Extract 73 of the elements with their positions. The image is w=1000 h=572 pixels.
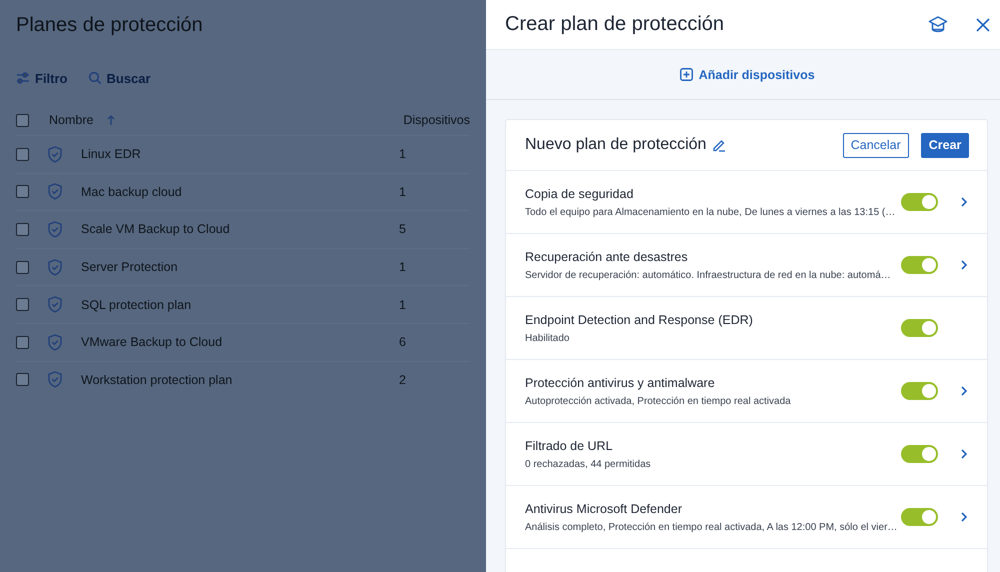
- toggle-switch[interactable]: [901, 256, 938, 274]
- module-row[interactable]: Protección antivirus y antimalware Autoprotección activada, Protección en tiempo real activada: [506, 360, 988, 423]
- create-button[interactable]: Crear: [920, 132, 970, 158]
- module-description: Todo el equipo para Almacenamiento en la nube, De lunes a viernes a las 13:15 (…: [525, 206, 896, 218]
- page-title: Planes de protección: [16, 14, 204, 38]
- table-cell: 2: [399, 372, 406, 387]
- plus-square-icon: [680, 68, 693, 81]
- shield-icon: [48, 146, 62, 163]
- table-cell: 1: [399, 147, 406, 162]
- table-cell-text: VMware Backup to Cloud: [81, 335, 224, 350]
- module-description: Servidor de recuperación: automático. Infraestructura de red en la nube: automá…: [525, 270, 892, 280]
- shield-icon: [48, 371, 62, 388]
- checkbox[interactable]: [16, 114, 29, 126]
- shield-icon: [48, 258, 62, 276]
- module-row[interactable]: Endpoint Detection and Response (EDR) Habilitado: [506, 297, 988, 360]
- module-title: Protección antivirus y antimalware: [525, 376, 716, 390]
- column-header[interactable]: Dispositivos: [403, 113, 470, 127]
- checkbox[interactable]: [16, 373, 29, 386]
- toggle-switch[interactable]: [901, 319, 938, 337]
- module-title: Endpoint Detection and Response (EDR): [525, 312, 754, 326]
- column-header[interactable]: Nombre: [49, 113, 94, 127]
- checkbox[interactable]: [16, 222, 29, 236]
- module-row[interactable]: Antivirus Microsoft Defender Análisis completo, Protección en tiempo real activada, A las 12:00 PM, sólo el vier…: [506, 486, 988, 549]
- table-cell-text: Server Protection: [81, 260, 179, 274]
- pencil-icon[interactable]: [712, 138, 726, 152]
- module-description: Análisis completo, Protección en tiempo real activada, A las 12:00 PM, sólo el vier…: [525, 522, 898, 532]
- toggle-switch[interactable]: [901, 508, 938, 526]
- table-cell-text: Workstation protection plan: [81, 372, 234, 387]
- filter-icon: [16, 71, 30, 85]
- sort-arrow-icon: [107, 115, 116, 125]
- cancel-button[interactable]: Cancelar: [842, 132, 909, 158]
- shield-icon: [48, 296, 62, 314]
- module-row[interactable]: Filtrado de URL 0 rechazadas, 44 permitidas: [506, 423, 988, 486]
- toggle-switch[interactable]: [901, 193, 938, 211]
- chevron-right-icon[interactable]: [961, 260, 968, 270]
- module-title: Antivirus Microsoft Defender: [525, 502, 684, 516]
- table-cell-text: Linux EDR: [81, 147, 142, 162]
- table-cell-text: Scale VM Backup to Cloud: [81, 222, 231, 236]
- module-description: 0 rechazadas, 44 permitidas: [525, 458, 652, 470]
- table-cell-text: SQL protection plan: [81, 298, 192, 312]
- toggle-switch[interactable]: [901, 445, 938, 463]
- module-row[interactable]: Copia de seguridad Todo el equipo para Almacenamiento en la nube, De lunes a viernes a las 13:15 (…: [506, 171, 988, 234]
- chevron-right-icon[interactable]: [961, 386, 968, 396]
- panel-title: Crear plan de protección: [505, 13, 726, 36]
- close-icon[interactable]: [976, 18, 990, 32]
- shield-icon: [48, 334, 62, 351]
- plan-name: Nuevo plan de protección: [525, 136, 706, 154]
- chevron-right-icon[interactable]: [961, 197, 968, 207]
- chevron-right-icon[interactable]: [961, 512, 968, 522]
- checkbox[interactable]: [16, 260, 29, 274]
- table-cell: 1: [399, 298, 406, 312]
- module-title: Copia de seguridad: [525, 186, 634, 200]
- module-row[interactable]: Recuperación ante desastres Servidor de recuperación: automático. Infraestructura de red en la nube: automá…: [506, 234, 988, 297]
- module-description: Autoprotección activada, Protección en tiempo real activada: [525, 396, 792, 406]
- module-title: Filtrado de URL: [525, 438, 614, 452]
- shield-icon: [48, 220, 62, 238]
- toggle-switch[interactable]: [901, 382, 938, 400]
- table-cell: 6: [399, 335, 406, 350]
- search-icon: [88, 71, 102, 85]
- table-cell: 1: [399, 260, 406, 274]
- checkbox[interactable]: [16, 148, 29, 161]
- checkbox[interactable]: [16, 185, 29, 198]
- chevron-right-icon[interactable]: [961, 449, 968, 459]
- checkbox[interactable]: [16, 298, 29, 312]
- shield-icon: [48, 183, 62, 200]
- graduation-cap-icon[interactable]: [928, 16, 948, 34]
- table-cell: 1: [399, 184, 406, 199]
- module-title: Recuperación ante desastres: [525, 250, 689, 264]
- table-cell: 5: [399, 222, 406, 236]
- table-cell-text: Mac backup cloud: [81, 184, 183, 199]
- checkbox[interactable]: [16, 336, 29, 349]
- add-devices-link[interactable]: Añadir dispositivos: [680, 68, 815, 82]
- module-description: Habilitado: [525, 332, 570, 344]
